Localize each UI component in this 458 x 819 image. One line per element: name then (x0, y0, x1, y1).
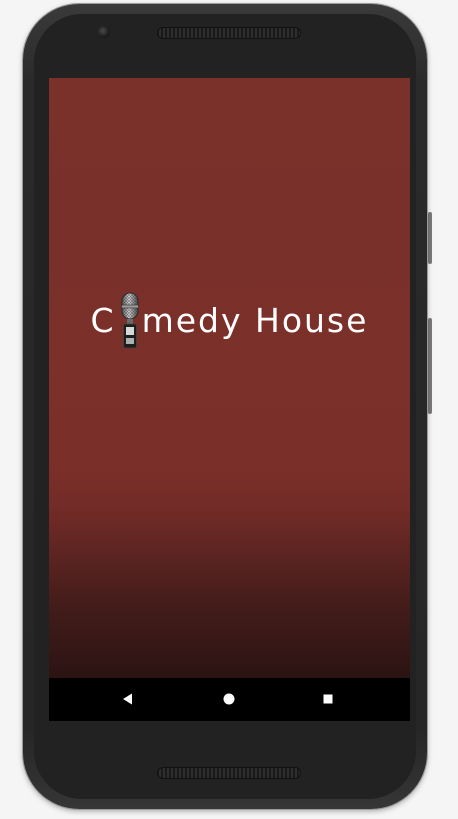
back-triangle-icon (123, 693, 132, 705)
home-circle-icon (223, 693, 235, 705)
front-camera (98, 26, 110, 38)
power-button[interactable] (428, 212, 432, 264)
app-logo: C medy House (49, 288, 410, 352)
nav-back-button[interactable] (116, 687, 140, 711)
logo-text-end: medy House (141, 300, 369, 340)
earpiece-speaker (157, 27, 301, 39)
recents-square-icon (323, 694, 333, 704)
device-screen: C medy House (49, 78, 410, 721)
splash-screen: C medy House (49, 78, 410, 678)
navigation-bar (49, 678, 410, 721)
nav-recents-button[interactable] (316, 687, 340, 711)
bottom-speaker (157, 767, 301, 779)
logo-text-start: C (90, 300, 116, 340)
volume-button[interactable] (428, 318, 432, 414)
nav-home-button[interactable] (217, 687, 241, 711)
microphone-icon (120, 292, 139, 349)
